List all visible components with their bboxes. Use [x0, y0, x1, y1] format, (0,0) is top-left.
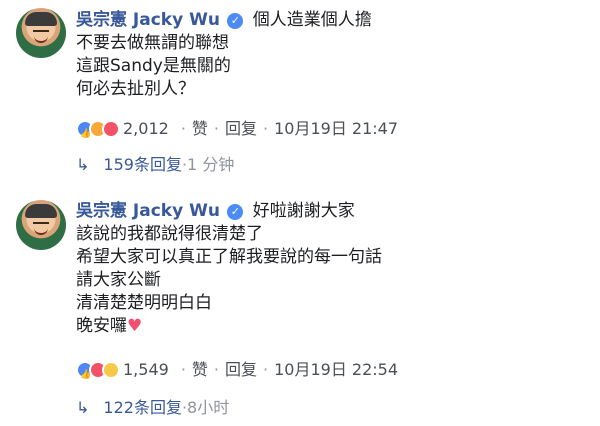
comment-text-line: 清清楚楚明明白白: [76, 293, 212, 313]
haha-icon: [102, 361, 120, 379]
like-button[interactable]: 赞: [192, 359, 208, 381]
view-replies[interactable]: ↳ 159条回复 · 1 分钟: [76, 154, 234, 176]
comment-text-line: 請大家公斷: [76, 270, 161, 290]
comment-text-line: 希望大家可以真正了解我要說的每一句話: [76, 247, 382, 267]
reaction-count[interactable]: 2,012: [123, 118, 169, 140]
reaction-count[interactable]: 1,549: [123, 359, 169, 381]
verified-badge-icon: ✓: [227, 204, 244, 220]
reactions-summary[interactable]: 1,549: [76, 359, 169, 386]
replies-count-link[interactable]: 122条回复: [103, 397, 182, 419]
author-avatar[interactable]: [16, 200, 66, 250]
like-button[interactable]: 赞: [192, 118, 208, 140]
comment-text-line: 這跟Sandy是無關的: [76, 56, 231, 76]
author-name-link[interactable]: 吳宗憲 Jacky Wu: [76, 10, 220, 30]
replies-count-link[interactable]: 159条回复: [103, 154, 182, 176]
love-icon: [102, 120, 120, 138]
comment-text-line: 個人造業個人擔: [252, 10, 372, 30]
comment-text-line: 晚安囉: [76, 316, 127, 336]
comment-meta: 2,012 · 赞 · 回复 · 10月19日 21:47: [76, 118, 398, 145]
reactions-summary[interactable]: 2,012: [76, 118, 169, 145]
replies-time: 8小时: [187, 398, 230, 417]
reply-button[interactable]: 回复: [225, 118, 257, 140]
comment-timestamp[interactable]: 10月19日 22:54: [274, 359, 398, 381]
verified-badge-icon: ✓: [227, 13, 244, 29]
comment-text-line: 何必去扯別人？: [76, 79, 195, 99]
comment-text-line: 不要去做無謂的聯想: [76, 33, 229, 53]
author-avatar[interactable]: [16, 8, 66, 58]
author-name-link[interactable]: 吳宗憲 Jacky Wu: [76, 201, 220, 221]
comment-timestamp[interactable]: 10月19日 21:47: [274, 118, 398, 140]
heart-emoji-icon: ♥: [127, 316, 143, 336]
reply-arrow-icon: ↳: [76, 155, 90, 174]
comment-text-line: 好啦謝謝大家: [252, 201, 355, 221]
view-replies[interactable]: ↳ 122条回复 · 8小时: [76, 397, 229, 419]
comment-text-line: 該說的我都說得很清楚了: [76, 224, 263, 244]
replies-time: 1 分钟: [187, 155, 235, 174]
reply-arrow-icon: ↳: [76, 398, 90, 417]
comment-meta: 1,549 · 赞 · 回复 · 10月19日 22:54: [76, 359, 398, 386]
reply-button[interactable]: 回复: [225, 359, 257, 381]
